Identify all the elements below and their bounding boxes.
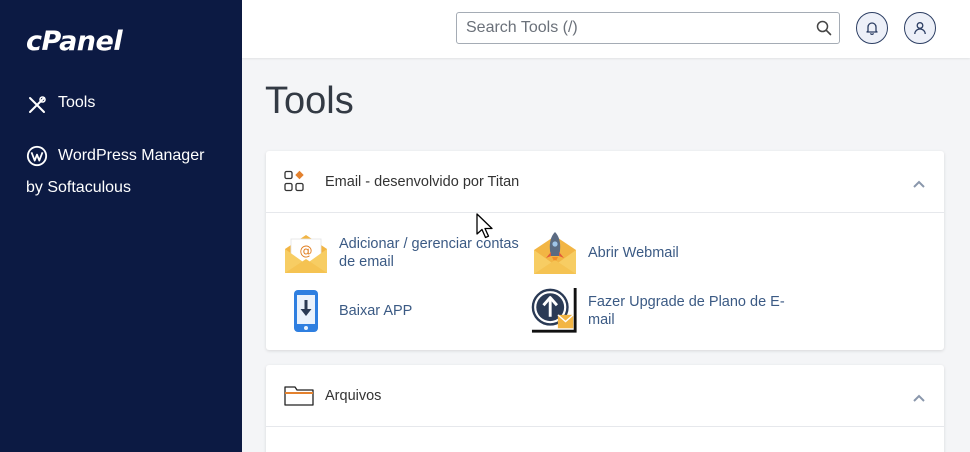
section-title: Arquivos (325, 387, 382, 404)
svg-text:@: @ (300, 244, 313, 259)
top-bar (242, 0, 970, 58)
sidebar-item-label: by Softaculous (26, 179, 131, 196)
section-title: Email - desenvolvido por Titan (325, 173, 520, 190)
page-title: Tools (265, 80, 354, 122)
user-menu-button[interactable] (904, 12, 936, 44)
mobile-download-icon (282, 287, 330, 335)
sidebar-item-wordpress-manager[interactable]: WordPress Manager by Softaculous (26, 140, 226, 204)
user-icon (914, 22, 926, 35)
notifications-button[interactable] (856, 12, 888, 44)
chevron-up-icon[interactable] (912, 176, 926, 194)
mouse-pointer-icon (475, 213, 497, 246)
sidebar-item-tools[interactable]: Tools (26, 94, 95, 116)
section-header-files[interactable]: Arquivos (266, 365, 944, 427)
section-header-email[interactable]: Email - desenvolvido por Titan (266, 151, 944, 213)
tool-download-app[interactable]: Baixar APP (282, 287, 412, 335)
folder-icon (284, 384, 314, 411)
apps-grid-icon (284, 170, 306, 197)
sidebar: cPanel Tools WordPress Manager by Softac… (0, 0, 242, 452)
tools-icon (26, 94, 48, 116)
tool-label: Fazer Upgrade de Plano de E-mail (588, 294, 785, 328)
section-email: Email - desenvolvido por Titan @ Adicion… (266, 151, 944, 350)
sidebar-item-label: Tools (58, 94, 96, 111)
webmail-rocket-icon (531, 229, 579, 277)
tool-label: Abrir Webmail (588, 245, 679, 261)
section-files: Arquivos (266, 365, 944, 452)
email-envelope-icon: @ (282, 229, 330, 277)
chevron-up-icon[interactable] (912, 390, 926, 408)
search-box[interactable] (456, 12, 840, 44)
cpanel-logo[interactable]: cPanel (26, 26, 123, 57)
bell-icon (866, 22, 878, 35)
wordpress-icon (26, 145, 48, 167)
search-icon[interactable] (816, 20, 832, 41)
upgrade-mail-icon (531, 287, 579, 335)
tool-label: Baixar APP (339, 303, 413, 319)
sidebar-item-label: WordPress Manager (58, 147, 205, 164)
tool-open-webmail[interactable]: Abrir Webmail (531, 229, 679, 277)
search-input[interactable] (457, 13, 797, 43)
tool-upgrade-email-plan[interactable]: Fazer Upgrade de Plano de E-mail (531, 287, 788, 335)
tool-label: Adicionar / gerenciar contas de email (339, 236, 519, 270)
